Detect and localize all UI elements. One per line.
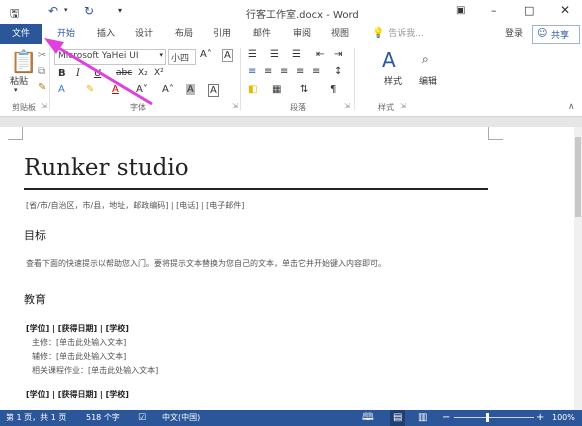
zoom-out-icon[interactable]: − (442, 410, 450, 426)
zoom-slider[interactable] (454, 417, 534, 418)
zoom-in-icon[interactable]: + (536, 410, 544, 426)
print-layout-icon[interactable]: ▤ (390, 410, 406, 426)
word-count[interactable]: 518 个字 (86, 410, 120, 426)
arrow-shaft (51, 42, 153, 106)
arrow-head (44, 38, 64, 54)
page-count[interactable]: 第 1 页，共 1 页 (6, 410, 66, 426)
proofing-icon[interactable]: ☑ (138, 410, 146, 426)
web-layout-icon[interactable]: ▥ (418, 410, 427, 426)
zoom-slider-thumb[interactable] (486, 413, 489, 422)
read-mode-icon[interactable]: 🕮 (362, 410, 374, 426)
language-indicator[interactable]: 中文(中国) (162, 410, 200, 426)
status-bar: 第 1 页，共 1 页 518 个字 ☑ 中文(中国) 🕮 ▤ ▥ − + 10… (0, 410, 582, 426)
annotation-arrow (44, 38, 153, 106)
zoom-level[interactable]: 100% (552, 410, 575, 426)
